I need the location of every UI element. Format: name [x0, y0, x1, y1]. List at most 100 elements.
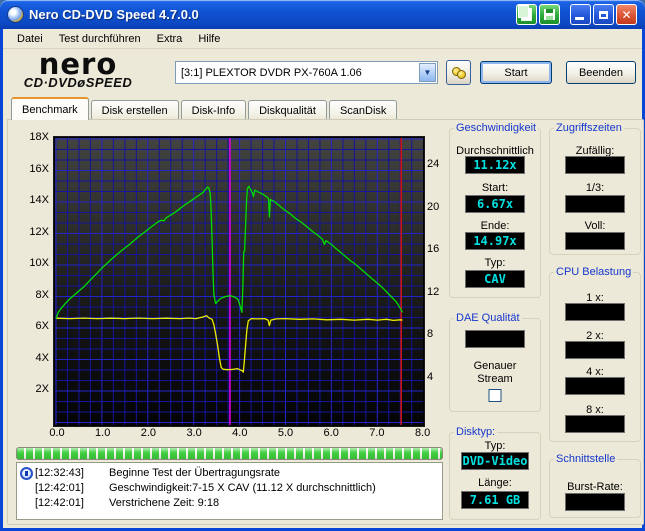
chevron-down-icon[interactable]: ▼ — [419, 63, 436, 82]
menu-item-hilfe[interactable]: Hilfe — [190, 31, 228, 47]
tab-scandisk[interactable]: ScanDisk — [328, 100, 398, 120]
log-entry: [12:32:43] Beginne Test der Übertragungsr… — [19, 466, 440, 481]
log-entry: [12:42:01] Verstrichene Zeit: 9:18 — [19, 496, 440, 511]
group-title: Disktyp: — [454, 426, 498, 438]
x-axis-label: 5.0 — [277, 427, 294, 439]
y-axis-label: 6X — [35, 320, 49, 332]
y-axis-label: 4X — [35, 351, 49, 364]
log-message: Verstrichene Zeit: 9:18 — [109, 497, 220, 509]
x-axis-label: 7.0 — [369, 427, 385, 439]
read-type-display: CAV — [465, 270, 525, 288]
y-axis-label: 18X — [29, 131, 49, 143]
length-label: Länge: — [478, 477, 512, 489]
logo-text-nero: nero — [38, 47, 118, 81]
burst-rate-label: Burst-Rate: — [567, 481, 623, 493]
y-axis-label: 14X — [29, 194, 49, 206]
start-button[interactable]: Start — [480, 61, 552, 84]
save-button[interactable] — [539, 4, 560, 25]
group-title: Zugriffszeiten — [554, 122, 624, 134]
y-axis-label: 8X — [35, 288, 49, 301]
log-timestamp: [12:32:43] — [35, 467, 84, 479]
eject-disc-icon — [451, 66, 466, 79]
avg-speed-display: 11.12x — [465, 156, 525, 174]
copy-button[interactable] — [516, 4, 537, 25]
full-access-label: Voll: — [584, 220, 606, 232]
one-third-label: 1/3: — [585, 182, 605, 194]
tab-benchmark[interactable]: Benchmark — [11, 97, 89, 120]
header: nero CD·DVDøSPEED [3:1] PLEXTOR DVDR PX-… — [3, 50, 642, 97]
logo-text-cdvdspeed: CD·DVDøSPEED — [23, 75, 133, 90]
type-label: Typ: — [484, 257, 506, 269]
x-axis-label: 0.0 — [49, 427, 65, 439]
log-message: Beginne Test der Übertragungsrate — [109, 467, 281, 479]
group-disktyp: Disktyp: Typ: DVD-Video Länge: 7.61 GB — [449, 426, 541, 520]
accurate-stream-checkbox[interactable] — [488, 389, 502, 402]
log-timestamp: [12:42:01] — [35, 482, 84, 494]
group-zugriffszeiten: Zugriffszeiten Zufällig: 1/3: Voll: — [549, 122, 641, 255]
group-cpu-belastung: CPU Belastung 1 x: 2 x: 4 x: 8 x: — [549, 266, 641, 442]
group-title: CPU Belastung — [554, 266, 634, 278]
x-axis-label: 4.0 — [232, 427, 248, 439]
one-third-display — [565, 195, 625, 213]
group-title: Schnittstelle — [554, 453, 618, 465]
log-listbox[interactable]: [12:32:43] Beginne Test der Übertragungsr… — [16, 462, 443, 520]
cpu-2x-display — [565, 341, 625, 359]
end-label: Ende: — [480, 220, 510, 232]
tab-diskqualit-t[interactable]: Diskqualität — [248, 100, 327, 120]
group-geschwindigkeit: Geschwindigkeit Durchschnittlich 11.12x … — [449, 122, 541, 298]
y-axis-label: 16X — [29, 162, 49, 175]
accurate-stream-label-2: Stream — [477, 373, 513, 385]
menu-item-extra[interactable]: Extra — [149, 31, 191, 47]
x-axis-label: 8.0 — [414, 427, 431, 439]
x-axis-label: 6.0 — [323, 427, 339, 439]
log-timestamp: [12:42:01] — [35, 497, 84, 509]
chart-plot-area — [55, 138, 423, 425]
burst-rate-display — [565, 493, 625, 511]
titlebar[interactable]: Nero CD-DVD Speed 4.7.0.0 ✕ — [0, 0, 645, 29]
save-icon — [544, 9, 555, 20]
x-axis-label: 2.0 — [140, 427, 157, 439]
nero-logo: nero CD·DVDøSPEED — [15, 47, 141, 90]
disc-length-display: 7.61 GB — [461, 491, 529, 509]
dae-quality-display — [465, 330, 525, 348]
minimize-button[interactable] — [570, 4, 591, 25]
log-message: Geschwindigkeit:7-15 X CAV (11.12 X durc… — [109, 482, 376, 494]
eject-button[interactable] — [446, 60, 471, 85]
group-title: Geschwindigkeit — [454, 122, 539, 134]
start-speed-display: 6.67x — [465, 195, 525, 213]
accurate-stream-label-1: Genauer — [473, 360, 517, 372]
x-axis-label: 3.0 — [186, 427, 202, 439]
random-access-display — [565, 156, 625, 174]
close-button[interactable]: ✕ — [616, 4, 637, 25]
y-axis-label: 2X — [35, 383, 49, 395]
close-icon: ✕ — [621, 7, 632, 22]
menubar: Datei Test durchführen Extra Hilfe — [3, 29, 642, 49]
maximize-icon — [599, 10, 608, 19]
menu-item-test-durchf-hren[interactable]: Test durchführen — [51, 31, 149, 47]
drive-select[interactable]: [3:1] PLEXTOR DVDR PX-760A 1.06 ▼ — [175, 61, 438, 84]
y-axis-label: 10X — [29, 257, 49, 269]
x-axis-label: 1.0 — [95, 427, 111, 439]
app-window: Nero CD-DVD Speed 4.7.0.0 ✕ Datei Test du… — [0, 0, 645, 531]
disc-type-label: Typ: — [484, 440, 506, 452]
cpu-8x-display — [565, 415, 625, 433]
tab-disk-erstellen[interactable]: Disk erstellen — [90, 100, 179, 120]
cpu-1x-display — [565, 303, 625, 321]
minimize-icon — [575, 17, 584, 20]
benchmark-chart — [53, 136, 425, 427]
maximize-button[interactable] — [593, 4, 614, 25]
menu-item-datei[interactable]: Datei — [9, 31, 51, 47]
tab-disk-info[interactable]: Disk-Info — [180, 100, 247, 120]
info-icon — [20, 467, 33, 480]
progress-bar — [16, 447, 443, 460]
group-title: DAE Qualität — [454, 312, 522, 324]
group-dae-qualitaet: DAE Qualität Genauer Stream — [449, 312, 541, 412]
app-icon — [7, 6, 24, 23]
tab-strip: Benchmark Disk erstellen Disk-Info Diskqual… — [11, 97, 399, 120]
full-access-display — [565, 232, 625, 250]
window-title: Nero CD-DVD Speed 4.7.0.0 — [29, 7, 199, 22]
quit-button[interactable]: Beenden — [566, 61, 636, 84]
group-schnittstelle: Schnittstelle Burst-Rate: — [549, 453, 641, 518]
log-entry: [12:42:01] Geschwindigkeit:7-15 X CAV (11… — [19, 481, 440, 496]
end-speed-display: 14.97x — [465, 232, 525, 250]
